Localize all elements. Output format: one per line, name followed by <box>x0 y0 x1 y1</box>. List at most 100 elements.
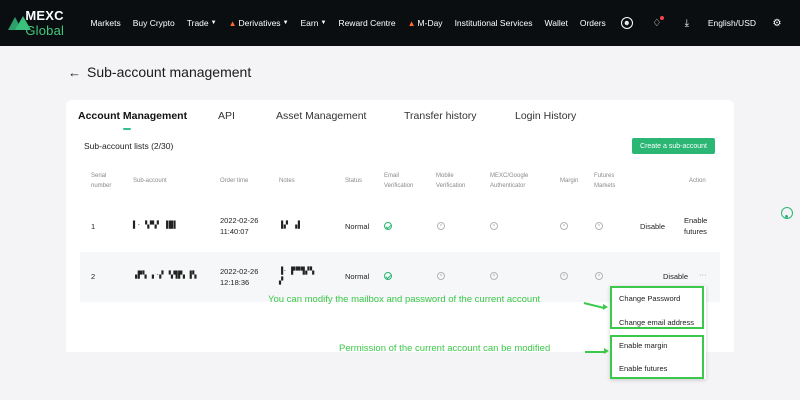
x-circle-icon: × <box>560 222 568 230</box>
nav-earn-label: Earn <box>300 18 319 28</box>
back-arrow-icon[interactable]: ← <box>68 65 81 80</box>
header-futures-line1: Futures <box>594 173 615 179</box>
header-mobile-line2: Verification <box>436 183 466 189</box>
chevron-down-icon: ▼ <box>320 20 327 26</box>
disable-link[interactable]: Disable <box>640 221 665 232</box>
x-circle-icon: × <box>490 222 498 230</box>
header-email-verification: Email Verification <box>384 171 413 191</box>
nav-derivatives-label: Derivatives <box>238 18 281 28</box>
header-serial-line2: number <box>91 183 112 189</box>
header-futures-line2: Markets <box>594 183 616 189</box>
language-selector[interactable]: English/USD <box>708 18 756 28</box>
x-circle-icon: × <box>490 272 498 280</box>
nav-earn[interactable]: Earn ▼ <box>301 18 327 28</box>
highlight-box-account <box>610 286 704 329</box>
nav-wallet[interactable]: Wallet <box>545 18 568 28</box>
tab-login-history[interactable]: Login History <box>515 110 576 122</box>
annotation-arrow-line <box>585 351 605 353</box>
row-status: Normal <box>345 222 370 231</box>
row-notes: ▐‧ ▛▀▜▞▚ ▞ <box>279 266 315 286</box>
header-action: Action <box>689 178 706 184</box>
header-email-line1: Email <box>384 173 400 179</box>
nav-buy-crypto[interactable]: Buy Crypto <box>133 18 175 28</box>
tab-bar: Account Management API Asset Management … <box>66 100 734 132</box>
nav-right: Wallet Orders ☻ ♢ ⤓ English/USD ⚙ <box>539 16 792 29</box>
tab-asset-management[interactable]: Asset Management <box>276 110 366 122</box>
page-title: Sub-account management <box>87 64 252 80</box>
row-serial: 1 <box>91 222 96 231</box>
row-order-time: 2022-02-26 12:18:36 <box>220 266 258 288</box>
header-google-line1: MEXC/Google <box>490 173 529 179</box>
header-mobile-verification: Mobile Verification <box>436 171 465 191</box>
nav-m-day-label: M-Day <box>417 18 443 28</box>
fire-icon: ▲ <box>407 18 416 28</box>
sub-account-list-title: Sub-account lists (2/30) <box>84 141 174 151</box>
enable-futures-line2: futures <box>684 227 707 236</box>
row-order-date: 2022-02-26 <box>220 216 259 225</box>
header-margin: Margin <box>560 178 579 184</box>
tab-api[interactable]: API <box>218 110 235 122</box>
tab-account-management[interactable]: Account Management <box>78 110 187 122</box>
header-notes: Notes <box>279 178 295 184</box>
header-mobile-line1: Mobile <box>436 173 454 179</box>
chevron-down-icon: ▼ <box>210 20 217 26</box>
header-status: Status <box>345 178 363 184</box>
row-order-clock: 11:40:07 <box>220 227 249 236</box>
header-google-line2: Authenticator <box>490 183 526 189</box>
logo-accent-text: Global <box>25 23 65 38</box>
header-sub-account: Sub-account <box>133 178 167 184</box>
headset-support-icon[interactable] <box>781 207 793 219</box>
disable-link[interactable]: Disable <box>663 271 688 282</box>
nav-orders[interactable]: Orders <box>580 18 606 28</box>
fire-icon: ▲ <box>228 18 237 28</box>
page-header: ← Sub-account management <box>68 64 251 80</box>
header-order-time: Order time <box>220 178 249 184</box>
more-options-icon[interactable]: ··· <box>699 269 707 280</box>
nav-trade-label: Trade <box>186 18 209 28</box>
header-email-line2: Verification <box>384 183 414 189</box>
row-notes: ▐▞ ▗▌ <box>279 221 303 229</box>
nav-m-day[interactable]: ▲ M-Day <box>408 18 443 28</box>
bell-icon[interactable]: ♢ <box>651 16 664 29</box>
mexc-logo-icon <box>8 16 32 30</box>
annotation-permission-text: Permission of the current account can be… <box>339 343 551 354</box>
header-futures-markets: Futures Markets <box>594 171 615 191</box>
download-icon[interactable]: ⤓ <box>681 17 693 29</box>
nav-trade[interactable]: Trade ▼ <box>187 18 217 28</box>
x-circle-icon: × <box>560 272 568 280</box>
row-sub-account: ▌‧ ▚▀▞ ▐█▌ <box>133 221 179 229</box>
nav-reward-centre[interactable]: Reward Centre <box>338 18 395 28</box>
chevron-down-icon: ▼ <box>282 20 289 26</box>
user-icon[interactable]: ☻ <box>620 17 633 29</box>
header-google-authenticator: MEXC/Google Authenticator <box>490 171 528 191</box>
row-order-clock: 12:18:36 <box>220 278 250 287</box>
tab-transfer-history[interactable]: Transfer history <box>404 110 477 122</box>
top-nav: MEXC Global Markets Buy Crypto Trade ▼ ▲ D… <box>0 0 800 46</box>
logo[interactable]: MEXC Global <box>8 8 74 38</box>
nav-markets[interactable]: Markets <box>90 18 120 28</box>
row-status: Normal <box>345 272 370 281</box>
check-circle-icon <box>384 272 392 280</box>
highlight-box-permission <box>610 335 704 379</box>
active-tab-indicator <box>123 128 131 130</box>
row-order-date: 2022-02-26 <box>220 267 259 276</box>
x-circle-icon: × <box>437 272 445 280</box>
row-notes-line1: ▐‧ ▛▀▜▞▚ <box>279 267 315 275</box>
header-serial-line1: Serial <box>91 173 107 179</box>
row-order-time: 2022-02-26 11:40:07 <box>220 215 258 237</box>
header-serial-number: Serial number <box>91 171 111 191</box>
annotation-arrow-head-icon <box>603 304 608 310</box>
row-sub-account: ▗▛▚ ▖‧▞ ▚▜▛▖▐▚ <box>133 271 198 279</box>
nav-institutional[interactable]: Institutional Services <box>455 18 533 28</box>
enable-futures-link[interactable]: Enable futures <box>684 215 707 237</box>
x-circle-icon: × <box>437 222 445 230</box>
create-sub-account-button[interactable]: Create a sub-account <box>632 138 715 154</box>
row-serial: 2 <box>91 272 96 281</box>
annotation-arrow-head-icon <box>604 348 609 354</box>
gear-icon[interactable]: ⚙ <box>771 17 783 29</box>
logo-text: MEXC <box>25 8 64 23</box>
enable-futures-line1: Enable <box>684 216 708 225</box>
annotation-account-text: You can modify the mailbox and password … <box>268 294 541 305</box>
nav-derivatives[interactable]: ▲ Derivatives ▼ <box>229 18 289 28</box>
x-circle-icon: × <box>595 272 603 280</box>
